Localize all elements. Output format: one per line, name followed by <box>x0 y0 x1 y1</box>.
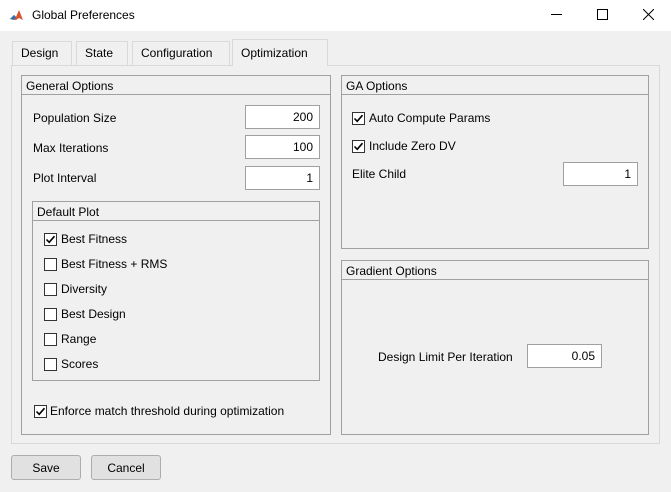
gradient-options-group: Gradient Options <box>341 260 649 435</box>
tab-label: Configuration <box>141 46 213 60</box>
title-bar: Global Preferences <box>0 0 671 31</box>
checkbox-label: Diversity <box>61 282 108 296</box>
range-checkbox[interactable] <box>44 333 57 346</box>
tab-label: State <box>85 46 114 60</box>
tab-state[interactable]: State <box>76 41 128 65</box>
maximize-icon <box>596 8 608 23</box>
checkmark-icon <box>353 142 364 151</box>
checkmark-icon <box>353 114 364 123</box>
ga-options-title: GA Options <box>342 76 648 95</box>
checkbox-label: Best Design <box>61 307 126 321</box>
checkbox-label: Best Fitness + RMS <box>61 257 168 271</box>
minimize-icon <box>550 9 562 23</box>
design-limit-label: Design Limit Per Iteration <box>378 350 513 364</box>
matlab-icon <box>9 8 24 23</box>
diversity-checkbox[interactable] <box>44 283 57 296</box>
best-fitness-checkbox[interactable] <box>44 233 57 246</box>
max-iterations-label: Max Iterations <box>33 141 109 155</box>
checkbox-label: Scores <box>61 357 99 371</box>
default-plot-title: Default Plot <box>33 202 319 221</box>
tab-optimization[interactable]: Optimization <box>232 39 328 66</box>
save-button[interactable]: Save <box>11 455 81 480</box>
tab-label: Optimization <box>241 46 308 60</box>
enforce-threshold-label: Enforce match threshold during optimizat… <box>50 404 285 418</box>
plot-interval-input[interactable]: 1 <box>245 166 320 190</box>
tab-design[interactable]: Design <box>12 41 72 65</box>
include-zero-dv-label: Include Zero DV <box>369 139 456 153</box>
gradient-options-title: Gradient Options <box>342 261 648 280</box>
close-button[interactable] <box>625 0 671 31</box>
maximize-button[interactable] <box>579 0 625 31</box>
checkbox-label: Range <box>61 332 97 346</box>
cancel-button[interactable]: Cancel <box>91 455 161 480</box>
max-iterations-input[interactable]: 100 <box>245 135 320 159</box>
close-icon <box>642 8 654 23</box>
checkmark-icon <box>45 235 56 244</box>
scores-checkbox[interactable] <box>44 358 57 371</box>
checkbox-label: Best Fitness <box>61 232 128 246</box>
tab-configuration[interactable]: Configuration <box>132 41 230 65</box>
tab-label: Design <box>21 46 59 60</box>
cancel-button-label: Cancel <box>107 460 145 475</box>
window-title: Global Preferences <box>32 8 135 22</box>
include-zero-dv-checkbox[interactable] <box>352 140 365 153</box>
best-fitness-rms-checkbox[interactable] <box>44 258 57 271</box>
general-options-title: General Options <box>22 76 330 95</box>
checkmark-icon <box>35 407 46 416</box>
population-size-label: Population Size <box>33 111 117 125</box>
auto-compute-checkbox[interactable] <box>352 112 365 125</box>
design-limit-input[interactable]: 0.05 <box>527 344 602 368</box>
minimize-button[interactable] <box>533 0 579 31</box>
plot-interval-label: Plot Interval <box>33 171 97 185</box>
save-button-label: Save <box>32 460 60 475</box>
best-design-checkbox[interactable] <box>44 308 57 321</box>
elite-child-label: Elite Child <box>352 167 407 181</box>
enforce-threshold-checkbox[interactable] <box>34 405 47 418</box>
elite-child-input[interactable]: 1 <box>563 162 638 186</box>
population-size-input[interactable]: 200 <box>245 105 320 129</box>
auto-compute-label: Auto Compute Params <box>369 111 491 125</box>
